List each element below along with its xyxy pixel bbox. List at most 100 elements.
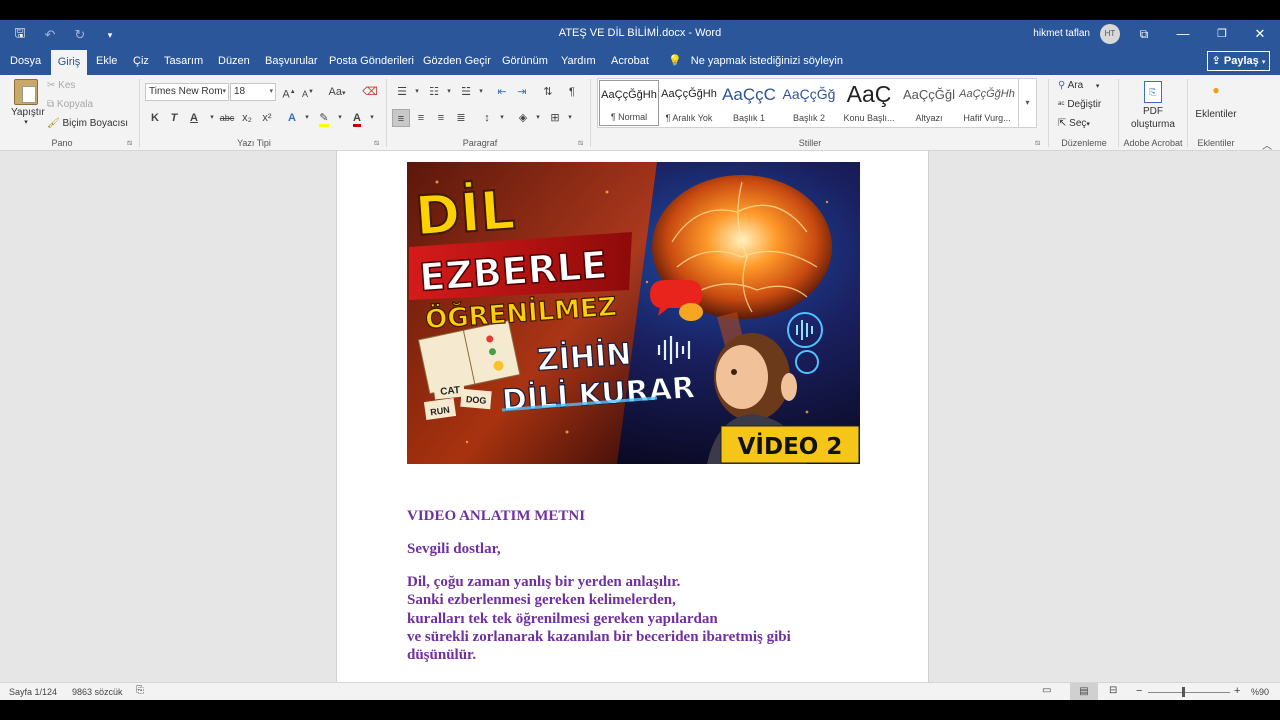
addins-button[interactable]: ● Eklentiler: [1192, 83, 1240, 120]
increase-indent-icon[interactable]: ⇥: [513, 83, 531, 101]
tab-basvurular[interactable]: Başvurular: [265, 48, 318, 75]
chevron-down-icon[interactable]: ▾: [472, 83, 490, 101]
chevron-down-icon[interactable]: ▾: [493, 109, 511, 127]
chevron-down-icon: ▾: [1261, 59, 1266, 66]
tab-posta-gonderileri[interactable]: Posta Gönderileri: [329, 48, 414, 75]
tab-ekle[interactable]: Ekle: [96, 48, 117, 75]
chevron-down-icon[interactable]: ▾: [408, 83, 426, 101]
zoom-level[interactable]: %90: [1251, 687, 1269, 697]
dialog-launcher-icon[interactable]: ⧅: [374, 138, 379, 148]
tab-ciz[interactable]: Çiz: [133, 48, 149, 75]
avatar[interactable]: HT: [1100, 24, 1120, 44]
shrink-font-button[interactable]: A▼: [299, 83, 317, 101]
styles-more-icon[interactable]: ▾: [1018, 79, 1036, 127]
change-case-button[interactable]: Aa▾: [325, 83, 349, 101]
doc-heading[interactable]: VIDEO ANLATIM METNI: [407, 507, 585, 525]
dialog-launcher-icon[interactable]: ⧅: [127, 138, 132, 148]
minimize-icon[interactable]: —: [1164, 22, 1202, 46]
dialog-launcher-icon[interactable]: ⧅: [578, 138, 583, 148]
zoom-slider-thumb[interactable]: [1182, 687, 1185, 697]
style-sample: AaÇçC: [722, 85, 776, 104]
subscript-button[interactable]: x₂: [238, 109, 256, 127]
share-button[interactable]: ⇪ Paylaş ▾: [1207, 51, 1270, 71]
ribbon-display-icon[interactable]: ⧉: [1125, 22, 1163, 46]
page-indicator[interactable]: Sayfa 1/124: [9, 687, 57, 697]
read-mode-icon[interactable]: ▭: [1042, 685, 1051, 696]
ribbon-separator: [1118, 79, 1119, 147]
style-name: Başlık 2: [792, 113, 825, 123]
chevron-down-icon[interactable]: ▾: [529, 109, 547, 127]
decrease-indent-icon[interactable]: ⇤: [493, 83, 511, 101]
web-layout-icon[interactable]: ⊟: [1109, 685, 1117, 696]
cut-button[interactable]: ✂ Kes: [47, 80, 75, 91]
bold-button[interactable]: K: [146, 109, 164, 127]
format-painter-button[interactable]: 🖌 Biçim Boyacısı: [47, 118, 128, 129]
tab-acrobat[interactable]: Acrobat: [611, 48, 649, 75]
tab-tasarim[interactable]: Tasarım: [164, 48, 203, 75]
font-name-combo[interactable]: Times New Rom ▾: [145, 83, 229, 101]
replace-button[interactable]: ᵃᶜ Değiştir: [1058, 99, 1101, 110]
pilcrow-icon[interactable]: ¶: [563, 83, 581, 101]
select-button[interactable]: ⇱ Seç▾: [1058, 118, 1090, 129]
create-pdf-button[interactable]: ⎘ PDF oluşturma: [1125, 81, 1181, 131]
style-no-spacing[interactable]: AaÇçĞğHh ¶ Aralık Yok: [659, 80, 719, 126]
tab-gorunum[interactable]: Görünüm: [502, 48, 548, 75]
word-count[interactable]: 9863 sözcük: [72, 687, 123, 697]
collapse-ribbon-icon[interactable]: ︿: [1262, 137, 1272, 152]
underline-button[interactable]: A: [185, 109, 203, 127]
tell-me-search[interactable]: 💡 Ne yapmak istediğinizi söyleyin: [668, 48, 843, 75]
chat-bubble-orange: [679, 303, 703, 321]
ribbon-separator: [1048, 79, 1049, 147]
chevron-down-icon: ▾: [1086, 121, 1090, 128]
tab-yardim[interactable]: Yardım: [561, 48, 596, 75]
style-normal[interactable]: AaÇçĞğHh ¶ Normal: [599, 80, 659, 126]
proofing-icon[interactable]: ⎘: [136, 685, 144, 696]
zoom-in-icon[interactable]: +: [1234, 685, 1240, 697]
zoom-out-icon[interactable]: −: [1136, 685, 1142, 697]
align-left-icon[interactable]: ≡: [392, 109, 410, 127]
paste-button[interactable]: Yapıştır ▾: [11, 79, 45, 126]
strikethrough-button[interactable]: abc: [218, 109, 236, 127]
copy-icon: ⧉: [47, 99, 55, 110]
copy-button[interactable]: ⧉ Kopyala: [47, 99, 93, 110]
tab-gozden-gecir[interactable]: Gözden Geçir: [423, 48, 491, 75]
style-heading-1[interactable]: AaÇçC Başlık 1: [719, 80, 779, 126]
chevron-down-icon[interactable]: ▾: [440, 83, 458, 101]
chevron-down-icon[interactable]: ▾: [561, 109, 579, 127]
user-name[interactable]: hikmet taflan: [1033, 28, 1090, 39]
print-layout-icon[interactable]: ▤: [1070, 683, 1098, 700]
group-label-clipboard: Pano: [51, 138, 73, 148]
style-title[interactable]: AaÇ Konu Başlı...: [839, 80, 899, 126]
style-subtle-emphasis[interactable]: AaÇçĞğHh Hafif Vurg...: [957, 80, 1017, 126]
superscript-button[interactable]: x²: [258, 109, 276, 127]
close-icon[interactable]: ✕: [1241, 22, 1279, 46]
doc-paragraph[interactable]: Dil, çoğu zaman yanlış bir yerden anlaşı…: [407, 573, 791, 664]
align-right-icon[interactable]: ≡: [432, 109, 450, 127]
tab-dosya[interactable]: Dosya: [10, 48, 41, 75]
sort-icon[interactable]: ⇅: [539, 83, 557, 101]
zoom-slider-track[interactable]: [1148, 692, 1230, 693]
chevron-down-icon: ▾: [24, 119, 28, 126]
clear-formatting-icon[interactable]: ⌫: [361, 83, 379, 101]
screen-bottom-bar: [0, 700, 1280, 720]
restore-icon[interactable]: ❐: [1203, 22, 1241, 46]
font-size-combo[interactable]: 18 ▾: [230, 83, 276, 101]
grow-font-button[interactable]: A▲: [280, 83, 298, 101]
ribbon-separator: [590, 79, 591, 147]
style-subtitle[interactable]: AaÇçĞğl Altyazı: [899, 80, 959, 126]
style-heading-2[interactable]: AaÇçĞğ Başlık 2: [779, 80, 839, 126]
font-name-value: Times New Rom: [149, 86, 223, 97]
chevron-down-icon[interactable]: ▾: [298, 109, 316, 127]
justify-icon[interactable]: ≣: [452, 109, 470, 127]
document-page[interactable]: CAT DOG RUN DİL EZBERLE ÖĞRENİLMEZ ZİHİN…: [336, 151, 929, 682]
video-thumbnail-image[interactable]: CAT DOG RUN DİL EZBERLE ÖĞRENİLMEZ ZİHİN…: [407, 162, 860, 464]
doc-greeting[interactable]: Sevgili dostlar,: [407, 540, 501, 558]
find-button[interactable]: ⚲ Ara ▾: [1058, 80, 1099, 91]
align-center-icon[interactable]: ≡: [412, 109, 430, 127]
italic-button[interactable]: T: [165, 109, 183, 127]
dialog-launcher-icon[interactable]: ⧅: [1035, 138, 1040, 148]
chevron-down-icon[interactable]: ▾: [331, 109, 349, 127]
tab-duzen[interactable]: Düzen: [218, 48, 250, 75]
tab-giris[interactable]: Giriş: [51, 50, 87, 75]
chevron-down-icon[interactable]: ▾: [363, 109, 381, 127]
